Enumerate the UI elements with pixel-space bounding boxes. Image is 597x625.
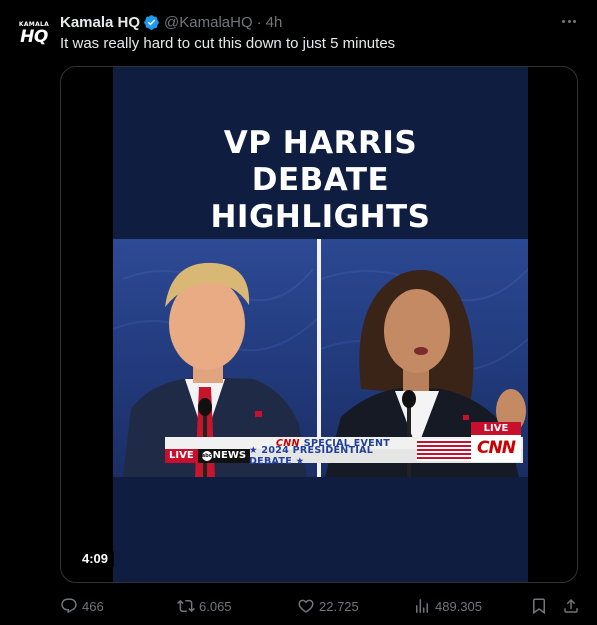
display-name[interactable]: Kamala HQ — [60, 14, 140, 31]
reply-button[interactable]: 466 — [60, 595, 104, 617]
verified-badge-icon — [143, 14, 160, 31]
abc-live-bug: LIVE abc NEWS — [165, 449, 251, 463]
views-count: 489.305 — [435, 598, 482, 614]
video-title-line: VP HARRIS — [223, 125, 418, 161]
video-title-line: DEBATE — [251, 162, 390, 198]
reply-icon — [61, 598, 77, 614]
video-title-line: HIGHLIGHTS — [210, 199, 431, 235]
special-event-box: CNN SPECIAL EVENT ★ 2024 PRESIDENTIAL DE… — [249, 437, 417, 468]
video-frame[interactable]: VP HARRIS DEBATE HIGHLIGHTS LIVE abc NEW… — [113, 67, 528, 582]
share-icon — [564, 598, 578, 613]
handle[interactable]: @KamalaHQ — [164, 14, 253, 31]
repost-button[interactable]: 6.065 — [177, 595, 232, 617]
more-dots-icon[interactable] — [559, 11, 579, 31]
reply-count: 466 — [82, 598, 104, 614]
like-count: 22.725 — [319, 598, 359, 614]
cnn-logo: CNN — [471, 435, 521, 462]
tweet-card[interactable]: KAMALA HQ Kamala HQ @KamalaHQ · 4h It wa… — [0, 0, 597, 625]
video-player[interactable]: VP HARRIS DEBATE HIGHLIGHTS LIVE abc NEW… — [60, 66, 578, 583]
live-label-left: LIVE — [165, 449, 198, 463]
views-bar-icon — [416, 599, 428, 613]
video-title-overlay: VP HARRIS DEBATE HIGHLIGHTS — [113, 125, 528, 236]
heart-icon — [298, 599, 314, 613]
bookmark-icon — [533, 598, 545, 615]
abc-logo-icon: abc — [201, 451, 212, 461]
abc-news-label: abc NEWS — [197, 449, 251, 463]
separator-dot: · — [256, 13, 262, 31]
timestamp[interactable]: 4h — [266, 14, 283, 31]
share-button[interactable] — [562, 597, 580, 615]
tweet-actions-bar: 466 6.065 22.725 489.305 — [60, 595, 582, 617]
video-duration-badge: 4:09 — [76, 549, 115, 569]
views-button[interactable]: 489.305 — [413, 595, 482, 617]
news-label: NEWS — [212, 450, 247, 461]
repost-count: 6.065 — [199, 598, 232, 614]
event-line2: ★ 2024 PRESIDENTIAL DEBATE ★ — [249, 445, 374, 467]
like-button[interactable]: 22.725 — [297, 595, 359, 617]
bookmark-button[interactable] — [530, 597, 548, 615]
repost-icon — [177, 599, 195, 613]
flag-stripe-decoration — [417, 439, 473, 461]
cnn-live-bug: LIVE CNN — [471, 422, 521, 462]
avatar-text-big: HQ — [20, 27, 48, 47]
tweet-text: It was really hard to cut this down to j… — [60, 35, 396, 52]
live-label-right: LIVE — [471, 422, 521, 435]
tweet-header: Kamala HQ @KamalaHQ · 4h — [60, 12, 282, 32]
avatar[interactable]: KAMALA HQ — [14, 14, 54, 54]
